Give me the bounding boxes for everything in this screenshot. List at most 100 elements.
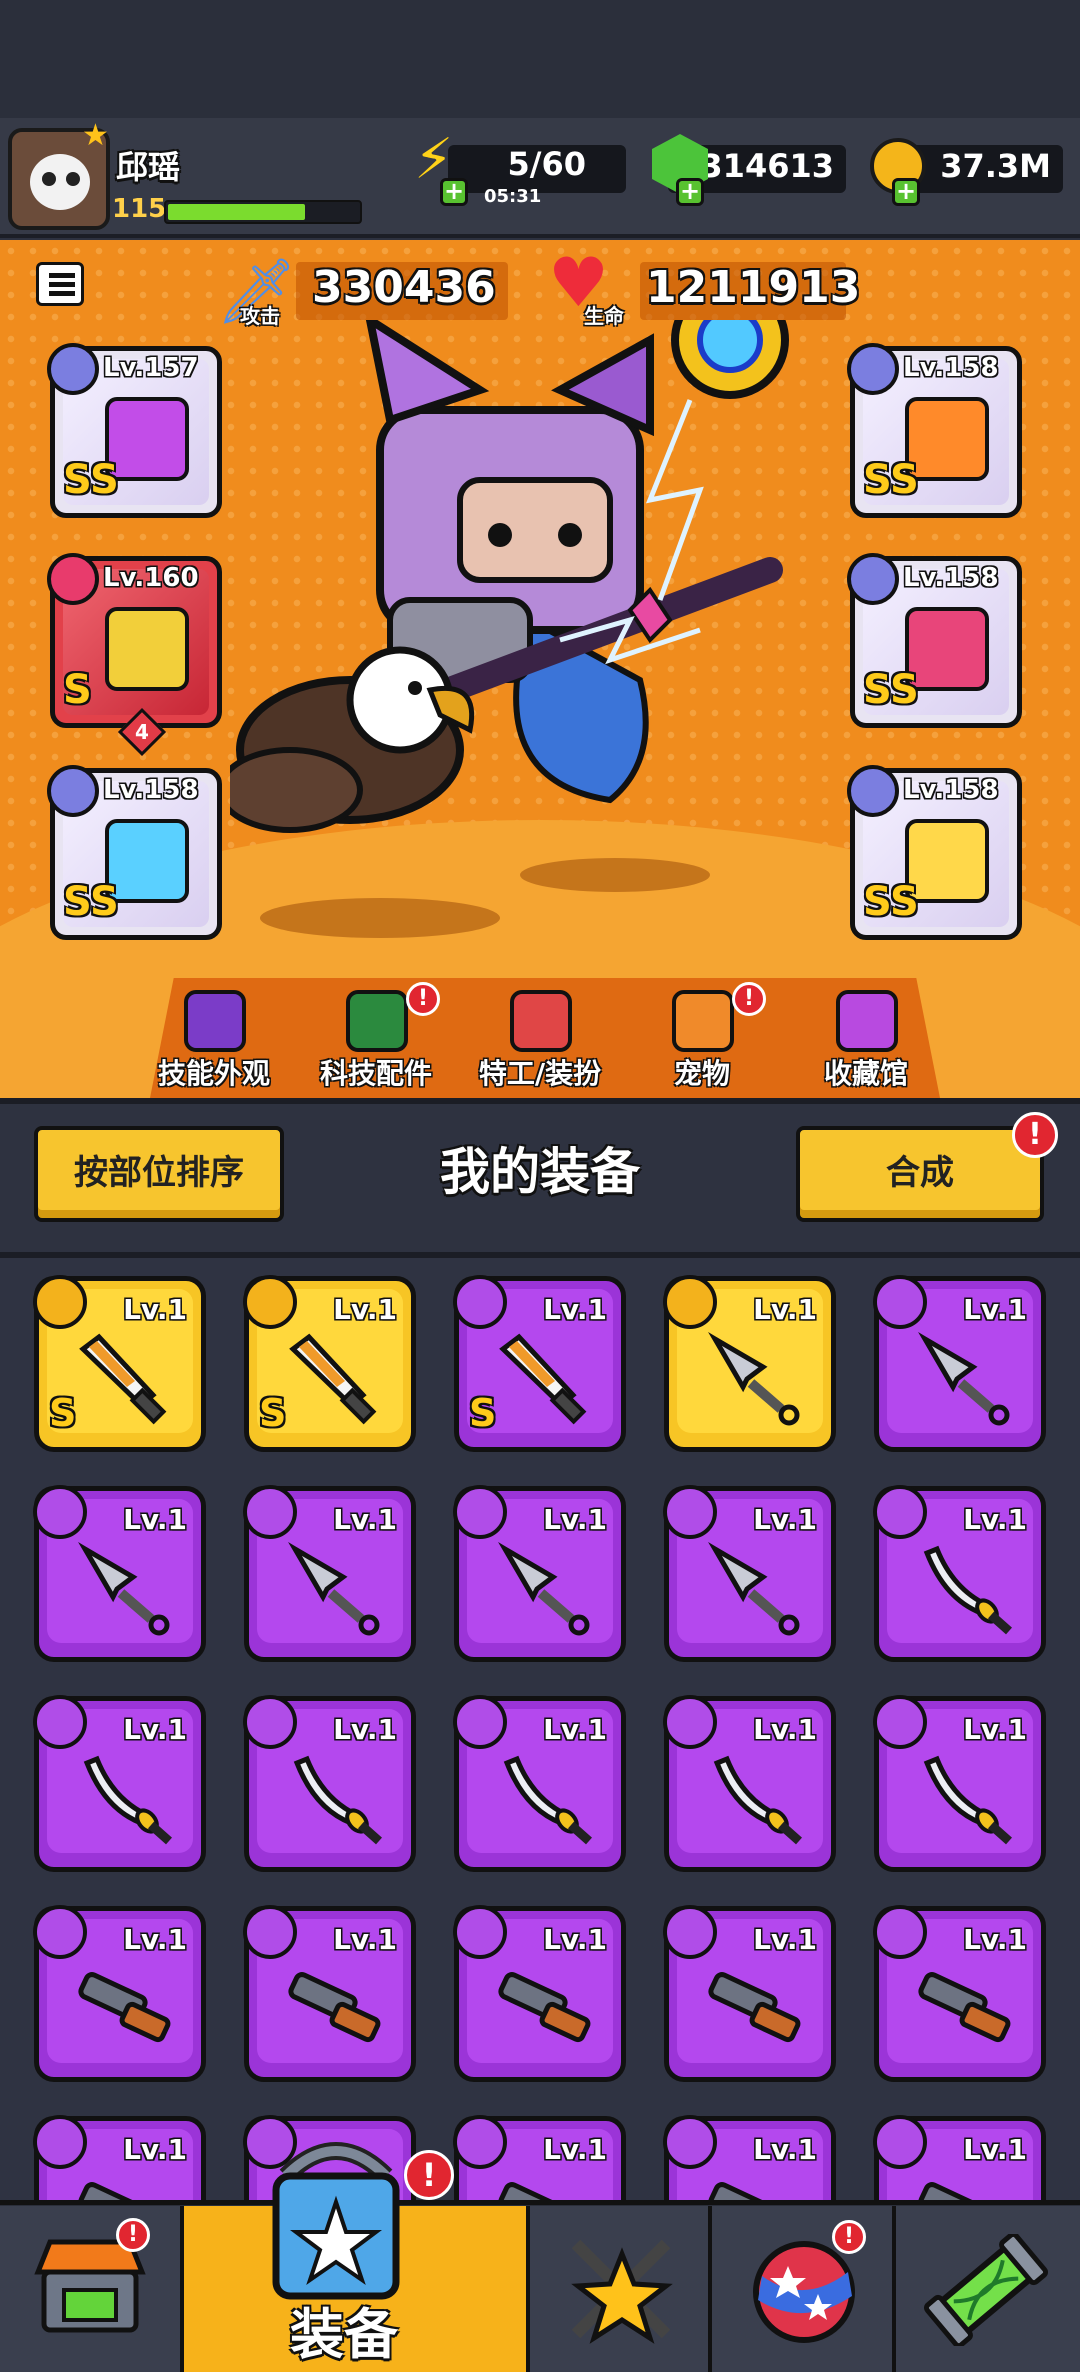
nav-tab-heroes[interactable]	[530, 2206, 712, 2372]
gem-value: 314613	[700, 147, 834, 185]
katana-icon	[503, 1755, 592, 1845]
weapon-type-icon	[243, 1485, 297, 1539]
slot-tier: SS	[63, 457, 119, 503]
add-gold-button[interactable]: +	[892, 178, 920, 206]
slot-tier: SS	[863, 667, 919, 713]
inventory-item[interactable]: Lv.1	[243, 1695, 416, 1872]
menu-icon[interactable]	[36, 262, 84, 306]
player-level: 115	[112, 194, 167, 224]
inventory-item[interactable]: Lv.1 S	[453, 1275, 626, 1452]
nav-tab-shop[interactable]: !	[0, 2206, 184, 2372]
inventory-item[interactable]: Lv.1	[873, 1485, 1046, 1662]
gold-value: 37.3M	[940, 147, 1051, 185]
weapon-type-icon	[873, 2115, 927, 2169]
feature-label: 宠物	[673, 1057, 730, 1090]
merge-button[interactable]: 合成	[796, 1126, 1044, 1222]
equipped-slot[interactable]: Lv.158 SS	[47, 765, 222, 940]
katana-icon	[293, 1755, 382, 1845]
slot-type-icon	[47, 343, 99, 395]
feature-button[interactable]: 收藏馆	[786, 990, 946, 1098]
xp-bar	[164, 200, 362, 224]
weapon-type-icon	[243, 1905, 297, 1959]
inventory-item[interactable]: Lv.1	[453, 1905, 626, 2082]
hp-value: 1211913	[646, 262, 861, 313]
sort-by-slot-button[interactable]: 按部位排序	[34, 1126, 284, 1222]
inventory-item[interactable]: Lv.1	[663, 1275, 836, 1452]
weapon-type-icon	[453, 1905, 507, 1959]
crossed-swords-star-icon	[571, 2239, 673, 2344]
equipped-slot[interactable]: Lv.160 S 4	[47, 553, 222, 757]
add-energy-button[interactable]: +	[440, 178, 468, 206]
equipment-bag-icon	[272, 2142, 400, 2300]
feature-button[interactable]: 宠物!	[622, 982, 782, 1098]
sword-icon	[499, 1333, 587, 1425]
weapon-type-icon	[33, 2115, 87, 2169]
nav-tab-planet[interactable]: !	[712, 2206, 896, 2372]
inventory-item[interactable]: Lv.1	[663, 1485, 836, 1662]
agent-icon	[510, 990, 572, 1052]
inventory-item[interactable]: Lv.1 S	[33, 1275, 206, 1452]
inventory-item[interactable]: Lv.1	[873, 1905, 1046, 2082]
equipment-alert-badge: !	[404, 2150, 454, 2200]
inventory-item[interactable]: Lv.1	[453, 1485, 626, 1662]
weapon-type-icon	[873, 1275, 927, 1329]
inventory-item[interactable]: Lv.1	[663, 1695, 836, 1872]
inventory-item[interactable]: Lv.1	[33, 1905, 206, 2082]
equipped-slot[interactable]: Lv.158 SS	[847, 553, 1022, 728]
feature-button[interactable]: 特工/装扮	[460, 990, 620, 1098]
equipped-slot[interactable]: Lv.158 SS	[847, 765, 1022, 940]
equipped-slot[interactable]: Lv.158 SS	[847, 343, 1022, 518]
merge-alert-badge: !	[1012, 1112, 1058, 1158]
inventory-item[interactable]: Lv.1	[33, 1485, 206, 1662]
item-level: Lv.1	[963, 1293, 1027, 1326]
inventory-item[interactable]: Lv.1	[663, 1905, 836, 2082]
weapon-type-icon	[663, 1905, 717, 1959]
weapon-type-icon	[663, 1485, 717, 1539]
item-level: Lv.1	[543, 1293, 607, 1326]
inventory-item[interactable]: Lv.1 S	[243, 1275, 416, 1452]
sword-icon	[289, 1333, 377, 1425]
katana-icon	[83, 1755, 172, 1845]
slot-tier: SS	[863, 879, 919, 925]
equipped-slot[interactable]: Lv.157 SS	[47, 343, 222, 518]
item-level: Lv.1	[123, 1713, 187, 1746]
inventory-item[interactable]: Lv.1	[243, 1905, 416, 2082]
item-level: Lv.1	[753, 1923, 817, 1956]
add-gems-button[interactable]: +	[676, 178, 704, 206]
collection-chest-icon	[836, 990, 898, 1052]
dna-capsule-icon	[924, 2234, 1048, 2346]
kunai-icon	[708, 1542, 800, 1636]
weapon-type-icon	[33, 1275, 87, 1329]
shotgun-icon	[78, 1972, 171, 2043]
weapon-type-icon	[873, 1905, 927, 1959]
slot-level: Lv.158	[903, 775, 999, 805]
feature-label: 收藏馆	[823, 1057, 908, 1090]
item-level: Lv.1	[753, 1503, 817, 1536]
shotgun-icon	[498, 1972, 591, 2043]
slot-type-icon	[47, 765, 99, 817]
nav-tab-evolve[interactable]	[896, 2206, 1080, 2372]
inventory-item[interactable]: Lv.1	[33, 1695, 206, 1872]
item-level: Lv.1	[123, 1293, 187, 1326]
inventory-item[interactable]: Lv.1	[873, 1695, 1046, 1872]
inventory-item[interactable]: Lv.1	[243, 1485, 416, 1662]
item-tier: S	[469, 1391, 497, 1435]
feature-button[interactable]: 科技配件!	[296, 982, 456, 1098]
item-level: Lv.1	[963, 2133, 1027, 2166]
hero-character	[230, 320, 789, 833]
item-level: Lv.1	[333, 1713, 397, 1746]
item-level: Lv.1	[543, 1713, 607, 1746]
item-level: Lv.1	[333, 1503, 397, 1536]
sword-icon	[79, 1333, 167, 1425]
item-level: Lv.1	[543, 2133, 607, 2166]
weapon-type-icon	[453, 1695, 507, 1749]
slot-type-icon	[847, 765, 899, 817]
hero-shadow	[260, 898, 500, 938]
inventory-item[interactable]: Lv.1	[873, 1275, 1046, 1452]
feature-button[interactable]: 技能外观	[134, 990, 294, 1098]
item-level: Lv.1	[333, 1923, 397, 1956]
inventory-item[interactable]: Lv.1	[453, 1695, 626, 1872]
katana-icon	[713, 1755, 802, 1845]
tech-hexagon-icon	[346, 990, 408, 1052]
weapon-type-icon	[243, 1275, 297, 1329]
